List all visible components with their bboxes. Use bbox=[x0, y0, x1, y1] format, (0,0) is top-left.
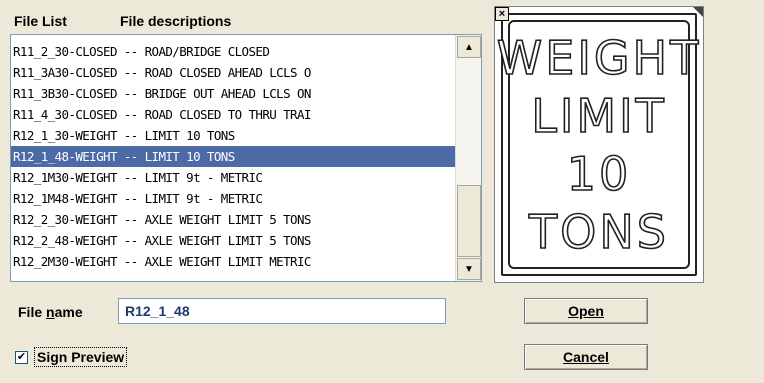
sign-preview-checkbox[interactable]: ✔ bbox=[15, 351, 28, 364]
sign-text-line-4: TONS bbox=[528, 204, 669, 260]
scroll-down-arrow-icon: ▼ bbox=[464, 263, 474, 275]
list-item[interactable]: R12_1_30-WEIGHT -- LIMIT 10 TONS bbox=[11, 125, 456, 146]
list-item[interactable]: R12_2M30-WEIGHT -- AXLE WEIGHT LIMIT MET… bbox=[11, 251, 456, 272]
scroll-up-button[interactable]: ▲ bbox=[457, 36, 481, 58]
sign-preview-label[interactable]: Sign Preview bbox=[34, 347, 128, 367]
sign-text-line-2: LIMIT bbox=[530, 88, 667, 144]
list-item[interactable]: R11_3B30-CLOSED -- BRIDGE OUT AHEAD LCLS… bbox=[11, 83, 456, 104]
cancel-button[interactable]: Cancel bbox=[524, 344, 648, 370]
list-item-selected[interactable]: R12_1_48-WEIGHT -- LIMIT 10 TONS bbox=[11, 146, 456, 167]
list-item[interactable]: R12_1M48-WEIGHT -- LIMIT 9t - METRIC bbox=[11, 188, 456, 209]
corner-resize-icon bbox=[693, 7, 703, 17]
close-icon[interactable]: × bbox=[495, 7, 509, 21]
sign-text-line-3: 10 bbox=[566, 146, 632, 202]
list-item[interactable]: R11_4_30-CLOSED -- ROAD CLOSED TO THRU T… bbox=[11, 104, 456, 125]
file-list-rows: R11_2_30-CLOSED -- ROAD/BRIDGE CLOSED R11… bbox=[11, 41, 456, 272]
scrollbar-thumb[interactable] bbox=[457, 185, 481, 257]
scroll-up-arrow-icon: ▲ bbox=[464, 41, 474, 53]
list-item[interactable]: R11_3A30-CLOSED -- ROAD CLOSED AHEAD LCL… bbox=[11, 62, 456, 83]
file-descriptions-header: File descriptions bbox=[120, 13, 232, 29]
scroll-down-button[interactable]: ▼ bbox=[457, 258, 481, 280]
file-name-label: File name bbox=[18, 304, 83, 320]
list-scrollbar[interactable]: ▲ ▼ bbox=[455, 35, 481, 281]
sign-preview-panel: WEIGHT LIMIT 10 TONS × bbox=[494, 6, 704, 283]
sign-text-line-1: WEIGHT bbox=[496, 30, 702, 86]
list-item[interactable]: R12_2_48-WEIGHT -- AXLE WEIGHT LIMIT 5 T… bbox=[11, 230, 456, 251]
file-list-header: File List bbox=[14, 13, 67, 29]
checkmark-icon: ✔ bbox=[16, 351, 27, 363]
list-item[interactable]: R12_2_30-WEIGHT -- AXLE WEIGHT LIMIT 5 T… bbox=[11, 209, 456, 230]
sign-face: WEIGHT LIMIT 10 TONS bbox=[496, 20, 699, 269]
file-listbox[interactable]: R11_2_30-CLOSED -- ROAD/BRIDGE CLOSED R11… bbox=[10, 34, 482, 282]
file-name-input[interactable]: R12_1_48 bbox=[118, 298, 446, 324]
list-item[interactable]: R11_2_30-CLOSED -- ROAD/BRIDGE CLOSED bbox=[11, 41, 456, 62]
open-button[interactable]: Open bbox=[524, 298, 648, 324]
sign-border: WEIGHT LIMIT 10 TONS bbox=[496, 13, 699, 276]
list-item[interactable]: R12_1M30-WEIGHT -- LIMIT 9t - METRIC bbox=[11, 167, 456, 188]
